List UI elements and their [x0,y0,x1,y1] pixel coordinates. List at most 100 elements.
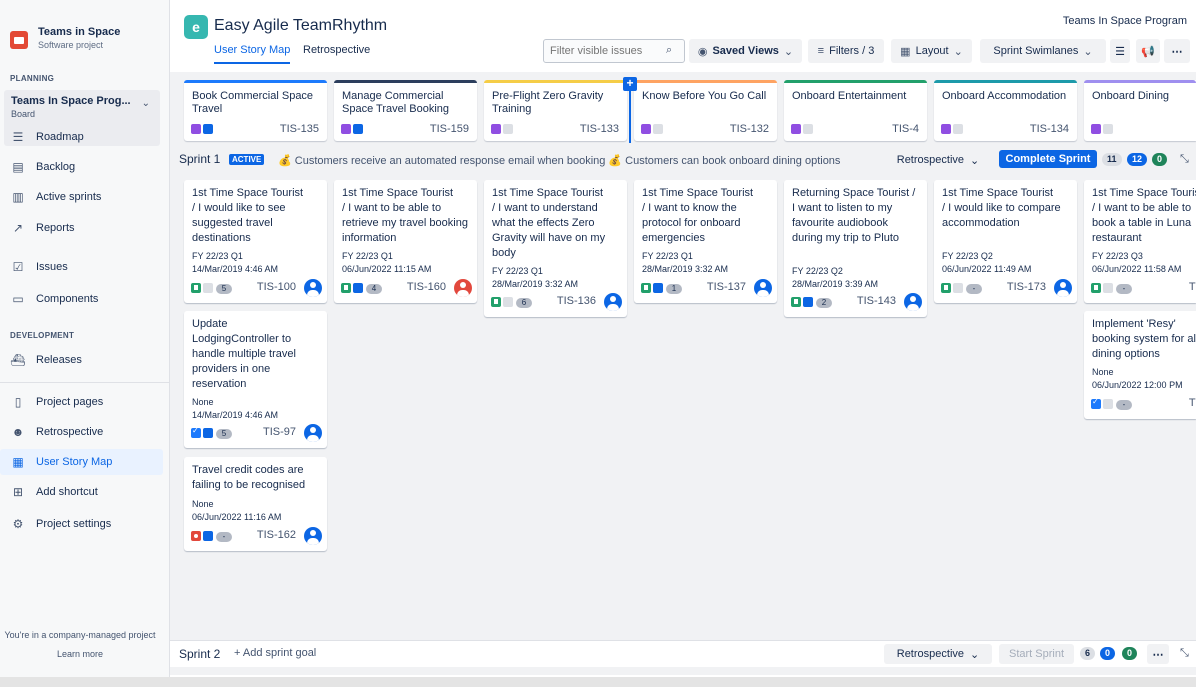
sidebar-item-label: User Story Map [36,456,113,468]
sidebar-item-project-pages[interactable]: ▯ Project pages [10,389,163,415]
saved-views-button[interactable]: ◉ Saved Views ⌄ [689,39,802,63]
epic-color-bar [334,80,477,83]
card-date: 14/Mar/2019 4:46 AM [192,264,279,274]
priority-icon [203,531,213,541]
issue-key: TIS-175 [1188,397,1196,409]
retrospective-dropdown[interactable]: Retrospective ⌄ [884,150,992,170]
more-icon[interactable]: ⋯ [1147,644,1169,664]
epic-card[interactable]: Pre-Flight Zero Gravity Training TIS-133 [484,80,627,141]
active-lozenge: ACTIVE [229,154,265,165]
announcement-icon[interactable]: 📢 [1136,39,1160,63]
avatar[interactable] [754,279,772,297]
stack-icon[interactable]: ☰ [1110,39,1130,63]
sidebar-item-releases[interactable]: ⛴ Releases [10,347,163,373]
story-card[interactable]: 1st Time Space Tourist / I would like to… [934,180,1077,303]
complete-sprint-button[interactable]: Complete Sprint [999,150,1097,168]
card-fix-version: FY 22/23 Q1 [642,251,693,261]
card-footer: - TIS-173 [941,279,1072,297]
filters-label: Filters / 3 [829,45,875,57]
card-summary: Update LodgingController to handle multi… [192,318,296,390]
avatar[interactable] [304,527,322,545]
sidebar-item-retrospective[interactable]: ☻ Retrospective [10,419,163,445]
avatar[interactable] [304,424,322,442]
layout-button[interactable]: ▦ Layout ⌄ [891,39,972,63]
swimlanes-button[interactable]: Sprint Swimlanes ⌄ [980,39,1106,63]
epic-card[interactable]: Book Commercial Space Travel TIS-135 [184,80,327,141]
sidebar-item-label: Project pages [36,396,104,408]
issue-key: TIS-162 [256,529,296,541]
sidebar-item-active-sprints[interactable]: ▥ Active sprints [10,184,163,210]
issue-key: TIS-173 [1006,281,1046,293]
epic-key: TIS-132 [729,123,769,135]
collapse-icon[interactable]: ⤡ [1180,153,1189,166]
sidebar-item-label: Reports [36,222,75,234]
story-card[interactable]: 1st Time Space Tourist / I want to know … [634,180,777,303]
sidebar-item-project-settings[interactable]: ⚙ Project settings [10,511,163,537]
chevron-down-icon: ⌄ [970,648,980,661]
add-sprint-goal-button[interactable]: + Add sprint goal [234,647,316,659]
avatar[interactable] [454,279,472,297]
task-card[interactable]: Update LodgingController to handle multi… [184,311,327,448]
avatar[interactable] [904,293,922,311]
epic-card[interactable]: Onboard Entertainment TIS-4 [784,80,927,141]
card-summary: Implement 'Resy' booking system for all … [1092,318,1196,360]
priority-icon [803,297,813,307]
card-footer: - TIS-175 [1091,396,1196,412]
card-footer: 2 TIS-143 [791,293,922,311]
priority-icon [803,124,813,134]
avatar[interactable] [304,279,322,297]
card-fix-version: None [1092,367,1114,377]
search-input[interactable] [543,39,685,63]
start-sprint-button[interactable]: Start Sprint [999,644,1074,664]
project-header[interactable]: Teams in Space Software project [10,26,120,51]
sidebar-item-components[interactable]: ▭ Components [10,286,163,312]
epic-icon [1091,124,1101,134]
tab-user-story-map[interactable]: User Story Map [214,44,291,64]
sidebar-item-user-story-map[interactable]: ▦ User Story Map [0,449,163,475]
epic-card[interactable]: Onboard Dining [1084,80,1196,141]
story-card[interactable]: 1st Time Space Tourist / I want to under… [484,180,627,317]
tab-retrospective[interactable]: Retrospective [303,44,370,62]
avatar[interactable] [1054,279,1072,297]
epic-title: Onboard Dining [1092,90,1170,102]
card-fix-version: None [192,499,214,509]
card-summary: Travel credit codes are failing to be re… [192,464,306,491]
retrospective-dropdown[interactable]: Retrospective ⌄ [884,644,992,664]
story-card[interactable]: Returning Space Tourist / I want to list… [784,180,927,317]
issue-key: TIS-100 [256,281,296,293]
epic-card[interactable]: Know Before You Go Call TIS-132 [634,80,777,141]
epic-color-bar [634,80,777,83]
bug-card[interactable]: Travel credit codes are failing to be re… [184,457,327,551]
epic-icon [191,124,201,134]
sidebar-item-reports[interactable]: ↗ Reports [10,215,163,241]
sidebar-item-issues[interactable]: ☑ Issues [10,254,163,280]
sidebar-item-roadmap[interactable]: ☰ Roadmap [10,124,163,150]
card-date: 06/Jun/2022 11:49 AM [942,264,1032,274]
story-card[interactable]: 1st Time Space Touris / I want to be abl… [1084,180,1196,303]
epic-color-bar [1084,80,1196,83]
epic-key: TIS-159 [429,123,469,135]
board-sub: Board [11,109,36,119]
more-icon[interactable]: ⋯ [1164,39,1190,63]
card-fix-version: FY 22/23 Q1 [492,266,543,276]
task-card[interactable]: Implement 'Resy' booking system for all … [1084,311,1196,419]
issue-key: TIS-97 [262,426,296,438]
add-epic-plus-icon[interactable]: + [623,77,637,91]
epic-card[interactable]: Onboard Accommodation TIS-134 [934,80,1077,141]
sidebar-item-backlog[interactable]: ▤ Backlog [10,154,163,180]
card-date: 28/Mar/2019 3:39 AM [792,279,879,289]
search-icon[interactable]: ⌕ [666,44,672,57]
card-summary: 1st Time Space Tourist / I want to be ab… [342,187,468,244]
story-card[interactable]: 1st Time Space Tourist / I would like to… [184,180,327,303]
inprogress-count-badge: 0 [1100,647,1116,660]
card-footer: - TIS-174 [1091,280,1196,296]
avatar[interactable] [604,293,622,311]
collapse-icon[interactable]: ⤡ [1180,647,1189,660]
learn-more-link[interactable]: Learn more [0,649,160,659]
filters-button[interactable]: ≡ Filters / 3 [808,39,884,63]
program-name[interactable]: Teams In Space Program [1063,15,1187,27]
sidebar-item-add-shortcut[interactable]: ⊞ Add shortcut [10,479,163,505]
epic-color-bar [484,80,627,83]
story-card[interactable]: 1st Time Space Tourist / I want to be ab… [334,180,477,303]
epic-card[interactable]: Manage Commercial Space Travel Booking TI… [334,80,477,141]
